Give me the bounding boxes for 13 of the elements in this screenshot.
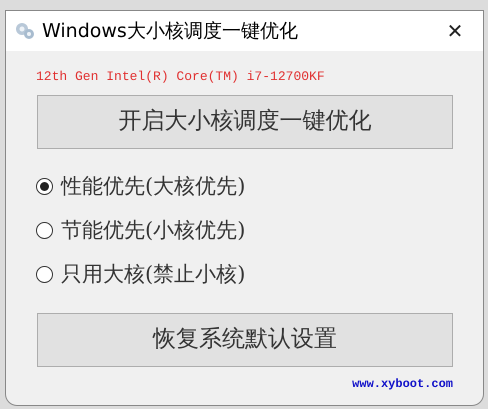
website-link[interactable]: www.xyboot.com (352, 374, 453, 392)
gear-icon (14, 20, 36, 42)
radio-label[interactable]: 节能优先(小核优先) (61, 214, 246, 246)
restore-button[interactable]: 恢复系统默认设置 (37, 312, 453, 366)
radio-label[interactable]: 性能优先(大核优先) (61, 170, 246, 202)
window-title: Windows大小核调度一键优化 (42, 18, 298, 44)
optimize-button[interactable]: 开启大小核调度一键优化 (37, 94, 453, 148)
radio-button[interactable] (36, 222, 53, 239)
cpu-name: 12th Gen Intel(R) Core(TM) i7-12700KF (36, 69, 325, 84)
close-button[interactable]: ✕ (435, 15, 475, 47)
radio-button[interactable] (36, 178, 53, 195)
radio-label[interactable]: 只用大核(禁止小核) (61, 258, 246, 290)
radio-button[interactable] (36, 266, 53, 283)
